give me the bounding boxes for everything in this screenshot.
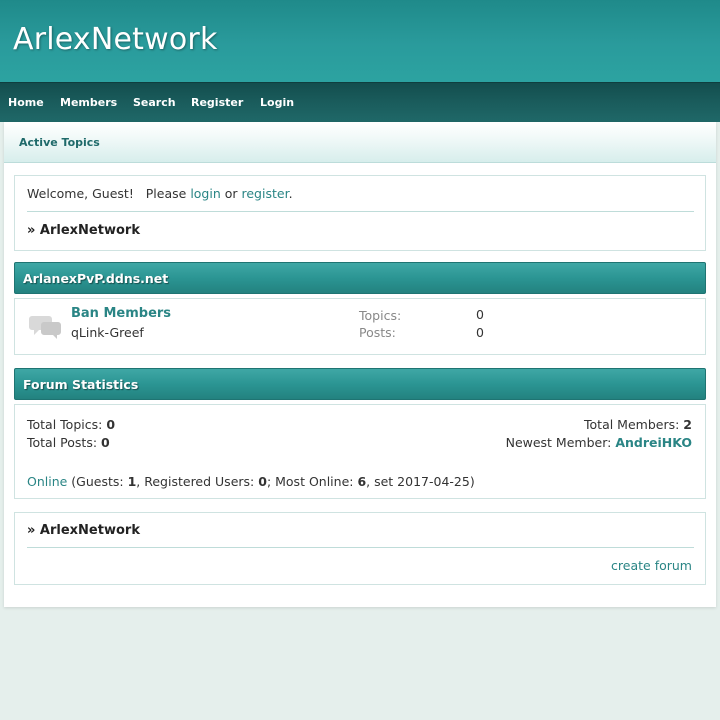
most-online-label: ; Most Online: bbox=[266, 474, 358, 489]
nav-register[interactable]: Register bbox=[191, 96, 243, 110]
divider bbox=[27, 211, 694, 212]
most-online-date: , set 2017-04-25) bbox=[366, 474, 475, 489]
posts-count: 0 bbox=[476, 325, 484, 340]
welcome-text: Welcome, Guest! Please bbox=[27, 186, 191, 201]
total-posts: Total Posts: 0 bbox=[27, 435, 110, 451]
footer-panel: » ArlexNetwork create forum bbox=[14, 512, 706, 585]
topics-label: Topics: bbox=[359, 308, 402, 323]
nav-members[interactable]: Members bbox=[60, 96, 117, 110]
online-link[interactable]: Online bbox=[27, 474, 67, 489]
topics-count: 0 bbox=[476, 307, 484, 322]
total-members-value: 2 bbox=[683, 417, 692, 432]
footer-breadcrumb: » ArlexNetwork bbox=[27, 523, 140, 539]
online-stats: Online (Guests: 1, Registered Users: 0; … bbox=[27, 474, 475, 490]
login-link[interactable]: login bbox=[190, 186, 220, 201]
breadcrumb-text[interactable]: » ArlexNetwork bbox=[27, 223, 140, 238]
total-posts-value: 0 bbox=[101, 435, 110, 450]
total-members: Total Members: 2 bbox=[584, 417, 692, 433]
chat-bubbles-icon bbox=[29, 314, 63, 340]
site-title[interactable]: ArlexNetwork bbox=[13, 22, 218, 58]
main-content: Active Topics Welcome, Guest! Please log… bbox=[4, 122, 716, 607]
total-members-label: Total Members: bbox=[584, 417, 684, 432]
total-topics-label: Total Topics: bbox=[27, 417, 107, 432]
statistics-panel: Total Topics: 0 Total Posts: 0 Total Mem… bbox=[14, 404, 706, 499]
forum-name-link[interactable]: Ban Members bbox=[71, 306, 171, 322]
welcome-message: Welcome, Guest! Please login or register… bbox=[27, 186, 293, 202]
newest-member-label: Newest Member: bbox=[505, 435, 616, 450]
forum-description: qLink-Greef bbox=[71, 325, 144, 340]
nav-home[interactable]: Home bbox=[8, 96, 44, 110]
footer-breadcrumb-text[interactable]: » ArlexNetwork bbox=[27, 523, 140, 538]
total-topics: Total Topics: 0 bbox=[27, 417, 115, 433]
nav-login[interactable]: Login bbox=[260, 96, 294, 110]
nav-search[interactable]: Search bbox=[133, 96, 176, 110]
most-online-value: 6 bbox=[357, 474, 367, 489]
welcome-or-text: or bbox=[220, 186, 242, 201]
registered-label: , Registered Users: bbox=[136, 474, 259, 489]
category-header: ArlanexPvP.ddns.net bbox=[14, 262, 706, 294]
total-posts-label: Total Posts: bbox=[27, 435, 102, 450]
welcome-panel: Welcome, Guest! Please login or register… bbox=[14, 175, 706, 251]
main-nav: Home Members Search Register Login bbox=[0, 82, 720, 122]
divider bbox=[27, 547, 694, 548]
sub-navigation: Active Topics bbox=[4, 122, 716, 163]
guests-label: (Guests: bbox=[67, 474, 128, 489]
statistics-header: Forum Statistics bbox=[14, 368, 706, 400]
site-header: ArlexNetwork bbox=[0, 0, 720, 82]
welcome-period: . bbox=[288, 186, 293, 201]
newest-member: Newest Member: AndreiHKO bbox=[506, 435, 692, 451]
total-topics-value: 0 bbox=[106, 417, 116, 432]
breadcrumb: » ArlexNetwork bbox=[27, 223, 140, 239]
posts-label: Posts: bbox=[359, 325, 396, 340]
active-topics-link[interactable]: Active Topics bbox=[19, 136, 100, 150]
guests-value: 1 bbox=[127, 474, 137, 489]
create-forum-link[interactable]: create forum bbox=[611, 558, 692, 574]
statistics-title: Forum Statistics bbox=[23, 377, 139, 392]
newest-member-link[interactable]: AndreiHKO bbox=[615, 435, 692, 450]
registered-value: 0 bbox=[258, 474, 267, 489]
register-link[interactable]: register bbox=[242, 186, 289, 201]
forum-list: Ban Members qLink-Greef Topics: 0 Posts:… bbox=[14, 298, 706, 355]
category-title[interactable]: ArlanexPvP.ddns.net bbox=[23, 271, 168, 286]
